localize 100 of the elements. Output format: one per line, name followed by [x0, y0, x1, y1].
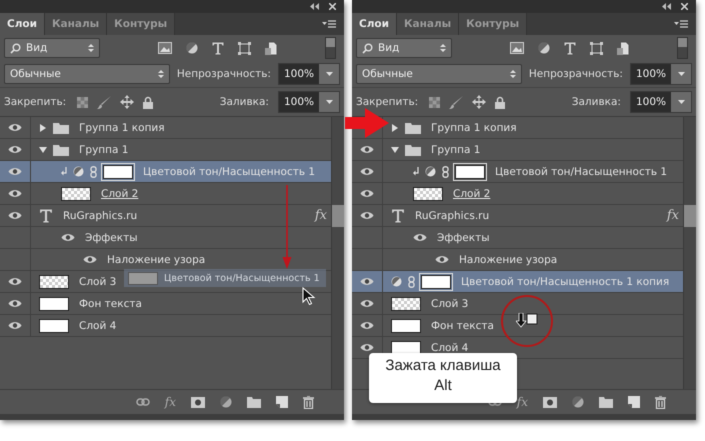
- adjustment-icon[interactable]: [572, 396, 584, 408]
- panel-tab[interactable]: Контуры: [459, 13, 528, 35]
- eye-icon[interactable]: [8, 277, 22, 286]
- close-icon[interactable]: [329, 3, 336, 10]
- disclosure-triangle-icon[interactable]: [39, 124, 47, 132]
- eye-icon[interactable]: [8, 299, 22, 308]
- layer-row[interactable]: Слой 3: [352, 293, 683, 315]
- image-filter-icon[interactable]: [510, 42, 524, 54]
- layer-row[interactable]: Слой 2: [352, 183, 683, 205]
- filter-select[interactable]: Вид: [4, 38, 100, 58]
- eye-icon[interactable]: [8, 321, 22, 330]
- eye-icon[interactable]: [61, 233, 75, 242]
- blend-mode-select[interactable]: Обычные: [4, 64, 170, 84]
- menu-icon[interactable]: [674, 20, 688, 28]
- layer-row[interactable]: Слой 4: [0, 315, 331, 337]
- trash-icon[interactable]: [655, 396, 666, 408]
- disclosure-triangle-icon[interactable]: [391, 124, 399, 132]
- dropdown-caret-icon[interactable]: [678, 72, 684, 76]
- layer-row[interactable]: RuGraphics.ru fx: [0, 205, 331, 227]
- adjustment-filter-icon[interactable]: [186, 42, 198, 54]
- panel-tab[interactable]: Контуры: [107, 13, 176, 35]
- layer-row[interactable]: Эффекты: [0, 227, 331, 249]
- move-icon[interactable]: [472, 95, 486, 109]
- eye-icon[interactable]: [360, 299, 374, 308]
- opacity-label: Непрозрачность:: [528, 68, 623, 80]
- new-layer-icon[interactable]: [276, 396, 288, 408]
- brush-icon[interactable]: [97, 96, 112, 108]
- opacity-field[interactable]: 100%: [630, 63, 692, 85]
- collapse-icon[interactable]: [310, 3, 319, 10]
- panel-tab[interactable]: Слои: [0, 13, 45, 35]
- lock-icon[interactable]: [143, 96, 154, 108]
- layer-row[interactable]: Группа 1 копия: [0, 117, 331, 139]
- eye-icon[interactable]: [360, 211, 374, 220]
- smart-object-filter-icon[interactable]: [265, 42, 277, 54]
- image-filter-icon[interactable]: [158, 42, 172, 54]
- panel-tab[interactable]: Слои: [352, 13, 397, 35]
- trash-icon[interactable]: [303, 396, 314, 408]
- lock-transparency-icon[interactable]: [77, 96, 88, 108]
- effects-indicator[interactable]: fx: [666, 208, 679, 223]
- eye-icon[interactable]: [360, 343, 374, 352]
- adjustment-filter-icon[interactable]: [538, 42, 550, 54]
- fill-field[interactable]: 100%: [630, 91, 692, 113]
- eye-icon[interactable]: [360, 167, 374, 176]
- filter-toggle[interactable]: [325, 37, 336, 59]
- dropdown-caret-icon[interactable]: [678, 100, 684, 104]
- disclosure-triangle-icon[interactable]: [391, 146, 399, 154]
- layer-row[interactable]: Эффекты: [352, 227, 683, 249]
- updown-caret-icon: [510, 69, 516, 79]
- layer-row[interactable]: Группа 1: [352, 139, 683, 161]
- layer-row[interactable]: Цветовой тон/Насыщенность 1: [0, 161, 331, 183]
- eye-icon[interactable]: [8, 145, 22, 154]
- type-filter-icon[interactable]: [564, 42, 576, 54]
- eye-icon[interactable]: [360, 277, 374, 286]
- panel-tab[interactable]: Каналы: [44, 13, 108, 35]
- scrollbar-thumb[interactable]: [332, 205, 344, 227]
- mask-icon[interactable]: [543, 396, 557, 408]
- move-icon[interactable]: [120, 95, 134, 109]
- layer-row[interactable]: Слой 2: [0, 183, 331, 205]
- filter-select[interactable]: Вид: [356, 38, 452, 58]
- brush-icon[interactable]: [449, 96, 464, 108]
- menu-icon[interactable]: [322, 20, 336, 28]
- adjustment-icon[interactable]: [220, 396, 232, 408]
- add-effect-button[interactable]: fx: [516, 395, 528, 409]
- eye-icon[interactable]: [8, 123, 22, 132]
- new-layer-icon[interactable]: [628, 396, 640, 408]
- smart-object-filter-icon[interactable]: [617, 42, 629, 54]
- disclosure-triangle-icon[interactable]: [39, 146, 47, 154]
- mask-icon[interactable]: [191, 396, 205, 408]
- dropdown-caret-icon[interactable]: [326, 100, 332, 104]
- collapse-icon[interactable]: [662, 3, 671, 10]
- close-icon[interactable]: [681, 3, 688, 10]
- eye-icon[interactable]: [435, 255, 449, 264]
- fill-field[interactable]: 100%: [278, 91, 340, 113]
- eye-icon[interactable]: [8, 167, 22, 176]
- eye-icon[interactable]: [360, 189, 374, 198]
- effects-indicator[interactable]: fx: [314, 208, 327, 223]
- eye-icon[interactable]: [360, 321, 374, 330]
- add-effect-button[interactable]: fx: [164, 395, 176, 409]
- panel-tab[interactable]: Каналы: [396, 13, 460, 35]
- eye-icon[interactable]: [83, 255, 97, 264]
- dropdown-caret-icon[interactable]: [326, 72, 332, 76]
- updown-caret-icon: [88, 43, 94, 53]
- shape-filter-icon[interactable]: [238, 42, 251, 54]
- blend-mode-select[interactable]: Обычные: [356, 64, 522, 84]
- type-filter-icon[interactable]: [212, 42, 224, 54]
- shape-filter-icon[interactable]: [590, 42, 603, 54]
- lock-icon[interactable]: [495, 96, 506, 108]
- filter-toggle[interactable]: [677, 37, 688, 59]
- eye-icon[interactable]: [8, 189, 22, 198]
- opacity-field[interactable]: 100%: [278, 63, 340, 85]
- layer-row[interactable]: Цветовой тон/Насыщенность 1 копия: [352, 271, 683, 293]
- layer-row[interactable]: Цветовой тон/Насыщенность 1: [352, 161, 683, 183]
- folder-icon[interactable]: [247, 396, 261, 408]
- eye-icon[interactable]: [8, 211, 22, 220]
- eye-icon[interactable]: [413, 233, 427, 242]
- scrollbar-thumb[interactable]: [684, 205, 696, 227]
- layer-row[interactable]: RuGraphics.ru fx: [352, 205, 683, 227]
- eye-icon[interactable]: [360, 145, 374, 154]
- folder-icon[interactable]: [599, 396, 613, 408]
- lock-transparency-icon[interactable]: [429, 96, 440, 108]
